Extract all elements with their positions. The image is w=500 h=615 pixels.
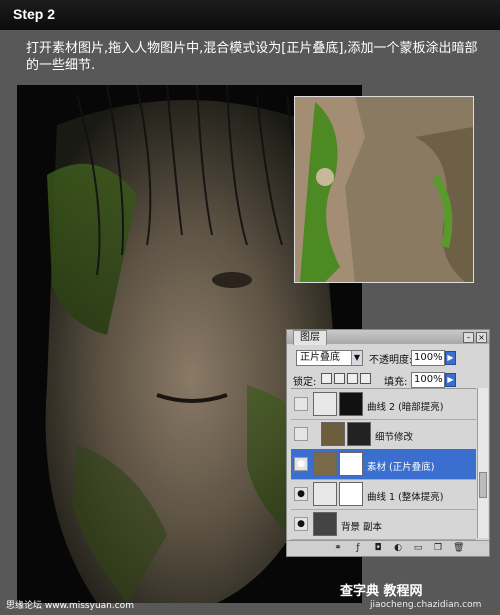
header-bar: Step 2 (0, 0, 500, 30)
trash-icon[interactable]: 🗑 (453, 543, 464, 553)
layer-name: 细节修改 (375, 432, 414, 443)
eye-icon[interactable]: ● (294, 487, 308, 501)
visibility-toggle[interactable] (294, 397, 308, 411)
layer-name: 曲线 1 (整体提亮) (367, 492, 444, 503)
adjustment-layer-icon[interactable]: ◐ (393, 543, 403, 553)
step-title: Step 2 (13, 6, 56, 22)
layer-row[interactable]: ● 素材 (正片叠底) (291, 449, 476, 480)
panel-bottom-bar: ⚭ ƒ ◘ ◐ ▭ ❐ 🗑 (287, 540, 489, 556)
scrollbar-thumb[interactable] (479, 472, 487, 498)
blend-mode-select[interactable]: 正片叠底 ▼ (296, 350, 363, 366)
layer-row[interactable]: ● 背景 副本 (291, 509, 476, 540)
layer-name: 曲线 2 (暗部提亮) (367, 402, 444, 413)
texture-inset-photo (294, 96, 474, 283)
fill-input[interactable]: 100% (411, 372, 445, 388)
curves-icon (313, 482, 337, 506)
watermark-right-title: 查字典 教程网 (340, 584, 423, 599)
fill-label: 填充: (384, 377, 408, 388)
tab-layers[interactable]: 图层 (293, 330, 327, 345)
watermark-right-url: jiaocheng.chazidian.com (370, 600, 482, 610)
lock-position-icon[interactable] (347, 373, 358, 384)
minimize-icon[interactable]: – (463, 332, 474, 343)
layers-list: 曲线 2 (暗部提亮) 细节修改 ● 素材 (正片叠底) ● 曲线 1 (整体提… (291, 388, 476, 540)
link-icon[interactable]: ⚭ (333, 543, 343, 553)
layer-mask-thumbnail (339, 482, 363, 506)
layer-name: 素材 (正片叠底) (367, 462, 435, 473)
lock-all-icon[interactable] (360, 373, 371, 384)
layer-row[interactable]: ● 曲线 1 (整体提亮) (291, 479, 476, 510)
new-layer-icon[interactable]: ❐ (433, 543, 443, 553)
blend-mode-value: 正片叠底 (300, 352, 340, 363)
layers-panel: 图层 – × 正片叠底 ▼ 不透明度: 100% ▶ 锁定: 填充: 100% … (286, 329, 490, 557)
layer-thumbnail (313, 512, 337, 536)
layer-thumbnail (313, 452, 337, 476)
scrollbar[interactable] (477, 388, 488, 538)
lock-pixels-icon[interactable] (334, 373, 345, 384)
layer-thumbnail (321, 422, 345, 446)
chevron-down-icon: ▼ (351, 351, 362, 365)
lock-transparent-icon[interactable] (321, 373, 332, 384)
fx-icon[interactable]: ƒ (353, 543, 363, 553)
eye-icon[interactable]: ● (294, 457, 308, 471)
layer-mask-thumbnail (347, 422, 371, 446)
opacity-input[interactable]: 100% (411, 350, 445, 366)
lock-label: 锁定: (293, 377, 317, 388)
fill-arrow-icon[interactable]: ▶ (445, 373, 456, 387)
instruction-text: 打开素材图片,拖入人物图片中,混合模式设为[正片叠底],添加一个蒙板涂出暗部的一… (26, 41, 478, 73)
new-group-icon[interactable]: ▭ (413, 543, 423, 553)
panel-titlebar: 图层 – × (287, 330, 489, 345)
close-icon[interactable]: × (476, 332, 487, 343)
layer-name: 背景 副本 (341, 522, 383, 533)
opacity-arrow-icon[interactable]: ▶ (445, 351, 456, 365)
opacity-label: 不透明度: (369, 355, 413, 366)
layer-row[interactable]: 细节修改 (291, 419, 476, 450)
layer-mask-thumbnail (339, 392, 363, 416)
curves-icon (313, 392, 337, 416)
layer-mask-thumbnail (339, 452, 363, 476)
watermark-left: 思缘论坛 www.missyuan.com (6, 601, 134, 611)
eye-icon[interactable]: ● (294, 517, 308, 531)
layer-row[interactable]: 曲线 2 (暗部提亮) (291, 389, 476, 420)
add-mask-icon[interactable]: ◘ (373, 543, 383, 553)
visibility-toggle[interactable] (294, 427, 308, 441)
